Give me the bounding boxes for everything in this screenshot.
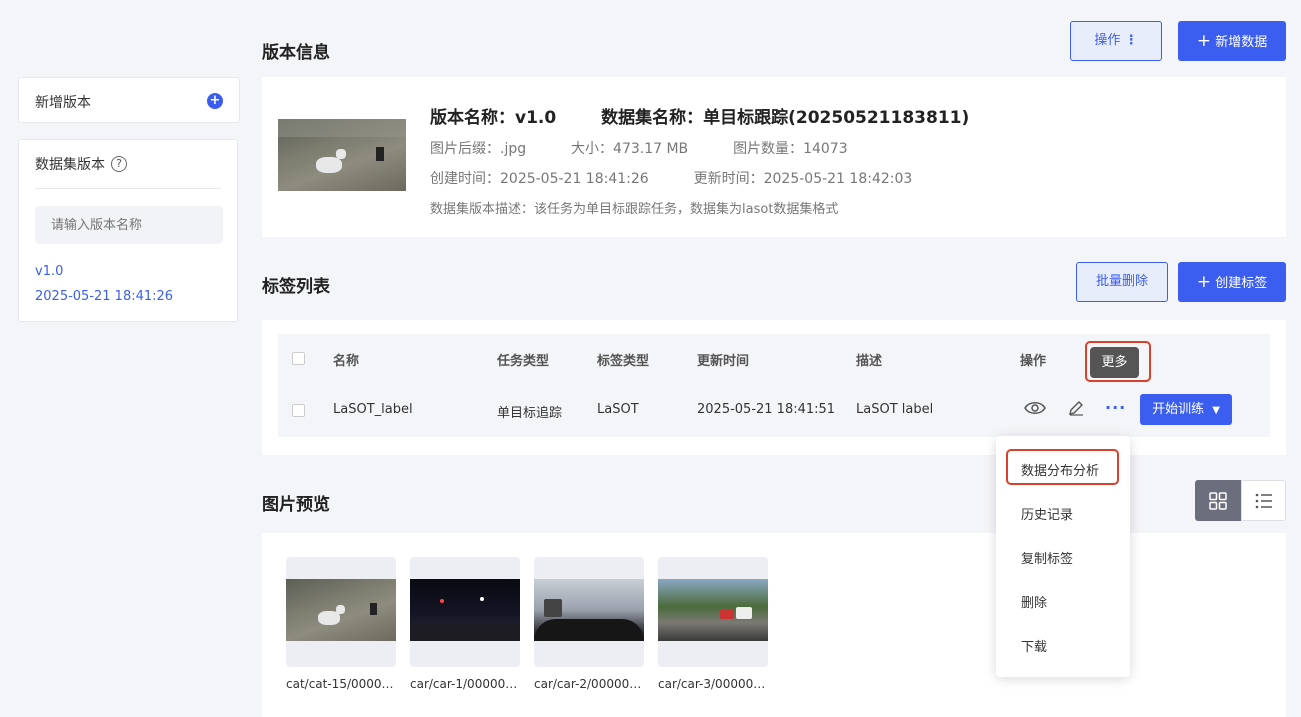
- create-label-label: 创建标签: [1215, 276, 1268, 291]
- version-info-title: 版本信息: [262, 43, 330, 63]
- preview-caption: car/car-3/000000…: [658, 677, 770, 691]
- image-preview-title: 图片预览: [262, 495, 330, 515]
- plus-icon: +: [1196, 31, 1212, 51]
- row-name: LaSOT_label: [333, 402, 413, 417]
- preview-caption: cat/cat-15/000000…: [286, 677, 398, 691]
- preview-image-tile[interactable]: [410, 557, 520, 667]
- column-header-description: 描述: [856, 354, 883, 369]
- image-preview-card: cat/cat-15/000000… car/car-1/000000… car…: [262, 533, 1286, 717]
- version-name-value: v1.0: [515, 108, 557, 128]
- column-header-updated: 更新时间: [697, 354, 750, 369]
- row-label-type: LaSOT: [597, 402, 639, 417]
- preview-image: [410, 579, 520, 641]
- updated-label: 更新时间：: [693, 171, 764, 187]
- add-data-label: 新增数据: [1215, 35, 1268, 50]
- select-all-checkbox[interactable]: [292, 352, 305, 365]
- preview-caption: car/car-1/000000…: [410, 677, 522, 691]
- operations-label: 操作: [1094, 33, 1121, 48]
- menu-item-download[interactable]: 下载: [1021, 636, 1047, 655]
- help-icon[interactable]: ?: [111, 156, 127, 172]
- preview-image: [534, 579, 644, 641]
- preview-caption: car/car-2/000000…: [534, 677, 646, 691]
- create-label-button[interactable]: + 创建标签: [1178, 262, 1286, 302]
- version-info-card: 版本名称：v1.0 数据集名称：单目标跟踪(20250521183811) 图片…: [262, 77, 1286, 237]
- grid-view-toggle[interactable]: [1195, 480, 1241, 521]
- add-version-icon[interactable]: +: [207, 93, 223, 109]
- dataset-versions-panel: 数据集版本 ? v1.0 2025-05-21 18:41:26: [18, 139, 238, 322]
- divider: [35, 188, 221, 189]
- description-value: 该任务为单目标跟踪任务，数据集为lasot数据集格式: [534, 202, 839, 217]
- preview-image-tile[interactable]: [286, 557, 396, 667]
- preview-image: [658, 579, 768, 641]
- new-version-label: 新增版本: [35, 95, 91, 111]
- label-list-title: 标签列表: [262, 277, 330, 297]
- preview-image-tile[interactable]: [658, 557, 768, 667]
- dataset-version-title: 数据集版本: [35, 157, 105, 173]
- suffix-value: .jpg: [500, 141, 527, 157]
- version-search-input[interactable]: [35, 206, 223, 244]
- version-name-label: 版本名称：: [430, 108, 515, 128]
- edit-icon[interactable]: [1067, 399, 1085, 417]
- menu-item-delete[interactable]: 删除: [1021, 592, 1047, 611]
- dataset-name-label: 数据集名称：: [601, 108, 704, 128]
- plus-icon: +: [1196, 272, 1212, 292]
- count-label: 图片数量：: [733, 141, 804, 157]
- list-icon: [1255, 493, 1272, 509]
- add-data-button[interactable]: + 新增数据: [1178, 21, 1286, 61]
- row-updated: 2025-05-21 18:41:51: [697, 402, 836, 417]
- more-horizontal-icon[interactable]: ···: [1105, 398, 1126, 417]
- tooltip-highlight-box: [1085, 341, 1151, 382]
- created-label: 创建时间：: [430, 171, 500, 187]
- created-value: 2025-05-21 18:41:26: [500, 171, 649, 187]
- row-description: LaSOT label: [856, 402, 934, 417]
- batch-delete-button[interactable]: 批量删除: [1076, 262, 1168, 302]
- column-header-task-type: 任务类型: [497, 354, 550, 369]
- start-training-label: 开始训练: [1152, 402, 1205, 417]
- new-version-card[interactable]: 新增版本 +: [18, 77, 240, 123]
- column-header-name: 名称: [333, 354, 360, 369]
- eye-icon[interactable]: [1024, 400, 1046, 416]
- more-vertical-icon: ⋮: [1124, 33, 1138, 48]
- version-item-name[interactable]: v1.0: [35, 264, 63, 279]
- version-item-date[interactable]: 2025-05-21 18:41:26: [35, 289, 173, 304]
- grid-icon: [1209, 492, 1227, 510]
- list-view-toggle[interactable]: [1241, 480, 1286, 521]
- caret-down-icon: ▼: [1212, 405, 1220, 416]
- menu-item-copy-label[interactable]: 复制标签: [1021, 548, 1073, 567]
- operations-button[interactable]: 操作 ⋮: [1070, 21, 1162, 61]
- row-checkbox[interactable]: [292, 404, 305, 417]
- updated-value: 2025-05-21 18:42:03: [763, 171, 913, 187]
- menu-item-history[interactable]: 历史记录: [1021, 504, 1073, 523]
- version-thumbnail: [278, 119, 406, 191]
- dataset-name-value: 单目标跟踪(20250521183811): [703, 108, 970, 128]
- description-label: 数据集版本描述：: [430, 202, 535, 217]
- column-header-actions: 操作: [1020, 354, 1047, 369]
- size-label: 大小：: [571, 141, 614, 157]
- preview-image: [286, 579, 396, 641]
- menu-highlight-box: [1006, 449, 1119, 485]
- size-value: 473.17 MB: [613, 141, 689, 157]
- row-task-type: 单目标追踪: [497, 406, 563, 421]
- suffix-label: 图片后缀：: [430, 141, 500, 157]
- count-value: 14073: [803, 141, 848, 157]
- start-training-button[interactable]: 开始训练 ▼: [1140, 394, 1232, 425]
- preview-image-tile[interactable]: [534, 557, 644, 667]
- column-header-label-type: 标签类型: [597, 354, 650, 369]
